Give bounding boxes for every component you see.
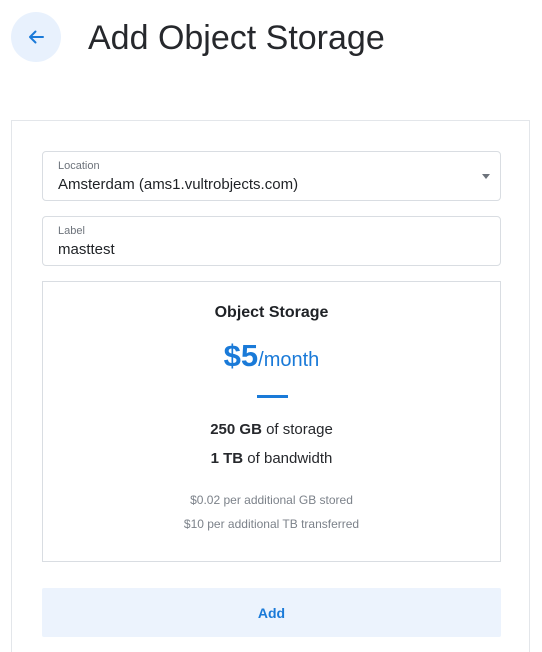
page: Add Object Storage Location Amsterdam (a… (0, 0, 542, 652)
page-title: Add Object Storage (88, 19, 385, 57)
note-storage: $0.02 per additional GB stored (190, 493, 353, 507)
storage-amount: 250 GB (210, 421, 262, 438)
plan-divider (257, 395, 288, 398)
add-button[interactable]: Add (42, 588, 501, 637)
back-button[interactable] (11, 12, 61, 62)
label-caption: Label (58, 225, 85, 237)
object-storage-form: Location Amsterdam (ams1.vultrobjects.co… (11, 120, 530, 652)
location-caption: Location (58, 160, 100, 172)
storage-text: of storage (266, 421, 333, 438)
label-input[interactable] (58, 240, 478, 260)
note-transfer: $10 per additional TB transferred (183, 517, 360, 531)
plan-title: Object Storage (214, 304, 329, 321)
location-value: Amsterdam (ams1.vultrobjects.com) (58, 176, 299, 193)
plan-price: $5/month (43, 338, 500, 374)
arrow-left-icon (29, 30, 44, 44)
bandwidth-amount: 1 TB (210, 450, 244, 467)
label-field[interactable]: Label (42, 216, 501, 266)
plan-storage: 250 GB of storage (43, 421, 500, 438)
location-select[interactable]: Location Amsterdam (ams1.vultrobjects.co… (42, 151, 501, 201)
bandwidth-text: of bandwidth (247, 450, 333, 467)
price-period: /month (258, 349, 320, 371)
plan-bandwidth: 1 TB of bandwidth (43, 450, 500, 467)
plan-card: Object Storage $5/month 250 GB of storag… (42, 281, 501, 562)
price-amount: $5 (223, 338, 259, 373)
caret-down-icon (482, 174, 490, 179)
